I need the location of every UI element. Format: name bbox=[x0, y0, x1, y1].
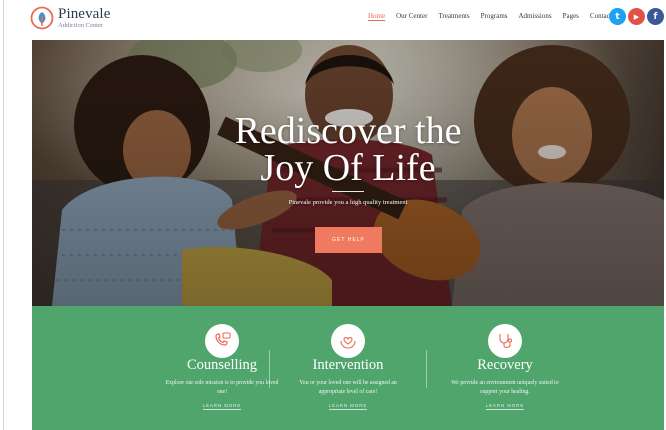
feature-description: Explore our sole mission is to provide y… bbox=[165, 380, 279, 395]
feature-description: You or your loved one will be assigned a… bbox=[299, 380, 397, 395]
hero-divider bbox=[332, 191, 364, 192]
logo-icon bbox=[30, 6, 54, 30]
site-logo[interactable]: Pinevale Addiction Center bbox=[30, 5, 110, 31]
nav-item-admissions[interactable]: Admissions bbox=[519, 12, 552, 20]
learn-more-link[interactable]: LEARN MORE bbox=[268, 403, 428, 410]
facebook-icon[interactable]: f bbox=[647, 8, 664, 25]
hero-section: Rediscover the Joy Of Life Pinevale prov… bbox=[32, 40, 664, 306]
hero-subtitle: Pinevale provide you a high quality trea… bbox=[288, 199, 408, 206]
page-left-border bbox=[3, 0, 4, 430]
phone-chat-icon bbox=[205, 324, 239, 358]
nav-item-pages[interactable]: Pages bbox=[563, 12, 579, 20]
features-section: Counselling Explore our sole mission is … bbox=[32, 306, 664, 430]
brand-name: Pinevale bbox=[58, 5, 111, 22]
brand-tagline: Addiction Center bbox=[58, 21, 103, 29]
feature-description: We provide an environment uniquely suite… bbox=[451, 380, 559, 395]
nav-item-our-center[interactable]: Our Center bbox=[396, 12, 427, 20]
feature-title: Intervention bbox=[312, 357, 384, 373]
hero-title-line-2: Joy Of Life bbox=[260, 147, 436, 189]
nav-item-treatments[interactable]: Treatments bbox=[438, 12, 469, 20]
nav-item-home[interactable]: Home bbox=[368, 12, 385, 20]
stethoscope-icon bbox=[488, 324, 522, 358]
site-header: Pinevale Addiction Center Home Our Cente… bbox=[8, 0, 666, 36]
feature-title: Recovery bbox=[477, 357, 533, 373]
hero-title-line-1: Rediscover the bbox=[234, 110, 462, 152]
main-nav: Home Our Center Treatments Programs Admi… bbox=[368, 12, 625, 20]
youtube-icon[interactable]: ▶ bbox=[628, 8, 645, 25]
twitter-icon[interactable]: t bbox=[609, 8, 626, 25]
feature-intervention: Intervention You or your loved one will … bbox=[268, 306, 428, 430]
social-links: t ▶ f bbox=[609, 8, 664, 25]
get-help-button[interactable]: GET HELP bbox=[315, 227, 382, 253]
feature-recovery: Recovery We provide an environment uniqu… bbox=[425, 306, 585, 430]
nav-item-programs[interactable]: Programs bbox=[481, 12, 508, 20]
learn-more-link[interactable]: LEARN MORE bbox=[425, 403, 585, 410]
heart-hands-icon bbox=[331, 324, 365, 358]
